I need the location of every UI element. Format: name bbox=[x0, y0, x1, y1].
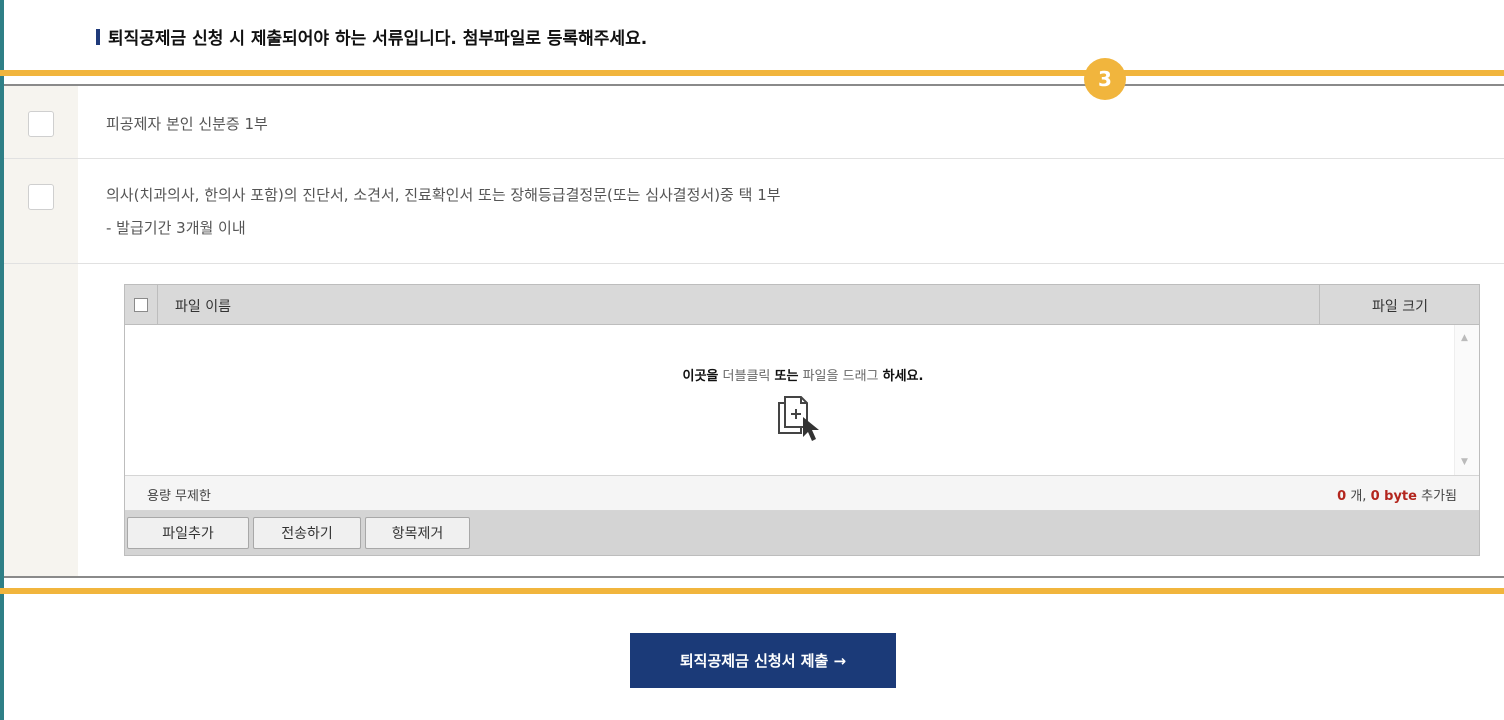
submit-application-button[interactable]: 퇴직공제금 신청서 제출 → bbox=[630, 633, 896, 688]
document-note-diagnosis: - 발급기간 3개월 이내 bbox=[106, 219, 246, 237]
send-button[interactable]: 전송하기 bbox=[253, 517, 361, 549]
document-checkbox-id-card[interactable] bbox=[28, 111, 54, 137]
drop-instruction: 이곳을 더블클릭 또는 파일을 드래그 하세요. bbox=[125, 365, 1481, 384]
document-row-diagnosis: 의사(치과의사, 한의사 포함)의 진단서, 소견서, 진료확인서 또는 장해등… bbox=[4, 159, 1504, 264]
file-drop-area[interactable]: 이곳을 더블클릭 또는 파일을 드래그 하세요. ▲ ▼ bbox=[125, 325, 1479, 475]
document-checkbox-diagnosis[interactable] bbox=[28, 184, 54, 210]
document-label-id-card: 피공제자 본인 신분증 1부 bbox=[106, 115, 268, 133]
remove-item-button[interactable]: 항목제거 bbox=[365, 517, 470, 549]
total-bytes: 0 byte bbox=[1370, 489, 1417, 504]
file-count-unit: 개, bbox=[1350, 489, 1367, 504]
row-gutter bbox=[4, 264, 78, 577]
file-list-scrollbar[interactable]: ▲ ▼ bbox=[1454, 325, 1479, 475]
section-top-border bbox=[0, 70, 1504, 76]
drop-text-3: 또는 bbox=[774, 369, 799, 384]
uploader-button-bar: 파일추가 전송하기 항목제거 bbox=[125, 511, 1479, 555]
drop-text-1: 이곳을 bbox=[682, 369, 719, 384]
add-file-button[interactable]: 파일추가 bbox=[127, 517, 249, 549]
section-bottom-inner-border bbox=[4, 576, 1504, 578]
select-all-checkbox[interactable] bbox=[134, 298, 148, 312]
uploader-header: 파일 이름 파일 크기 bbox=[125, 285, 1479, 325]
section-bottom-border bbox=[0, 588, 1504, 594]
header-divider bbox=[157, 285, 158, 325]
drop-text-4: 파일을 드래그 bbox=[802, 369, 879, 384]
added-label: 추가됨 bbox=[1421, 489, 1457, 504]
add-file-icon bbox=[778, 396, 819, 441]
scroll-down-arrow-icon[interactable]: ▼ bbox=[1461, 457, 1468, 467]
drop-text-2: 더블클릭 bbox=[722, 369, 771, 384]
upload-summary: 0 개, 0 byte 추가됨 bbox=[1337, 485, 1457, 504]
scroll-up-arrow-icon[interactable]: ▲ bbox=[1461, 333, 1468, 343]
document-row-id-card: 피공제자 본인 신분증 1부 bbox=[4, 86, 1504, 159]
column-file-name: 파일 이름 bbox=[175, 299, 231, 315]
column-file-size: 파일 크기 bbox=[1372, 299, 1428, 315]
capacity-label: 용량 무제한 bbox=[147, 489, 211, 504]
notice-bullet-bar bbox=[96, 28, 100, 45]
uploader-status-bar: 용량 무제한 0 개, 0 byte 추가됨 bbox=[125, 475, 1479, 511]
notice-text: 퇴직공제금 신청 시 제출되어야 하는 서류입니다. 첨부파일로 등록해주세요. bbox=[108, 29, 648, 49]
file-uploader: 파일 이름 파일 크기 이곳을 더블클릭 또는 파일을 드래그 하세요. ▲ ▼… bbox=[124, 284, 1480, 556]
drop-text-5: 하세요. bbox=[882, 369, 924, 384]
file-count: 0 bbox=[1337, 489, 1347, 504]
row-gutter bbox=[4, 159, 78, 263]
document-label-diagnosis: 의사(치과의사, 한의사 포함)의 진단서, 소견서, 진료확인서 또는 장해등… bbox=[106, 186, 781, 204]
documents-notice: 퇴직공제금 신청 시 제출되어야 하는 서류입니다. 첨부파일로 등록해주세요. bbox=[96, 24, 647, 49]
